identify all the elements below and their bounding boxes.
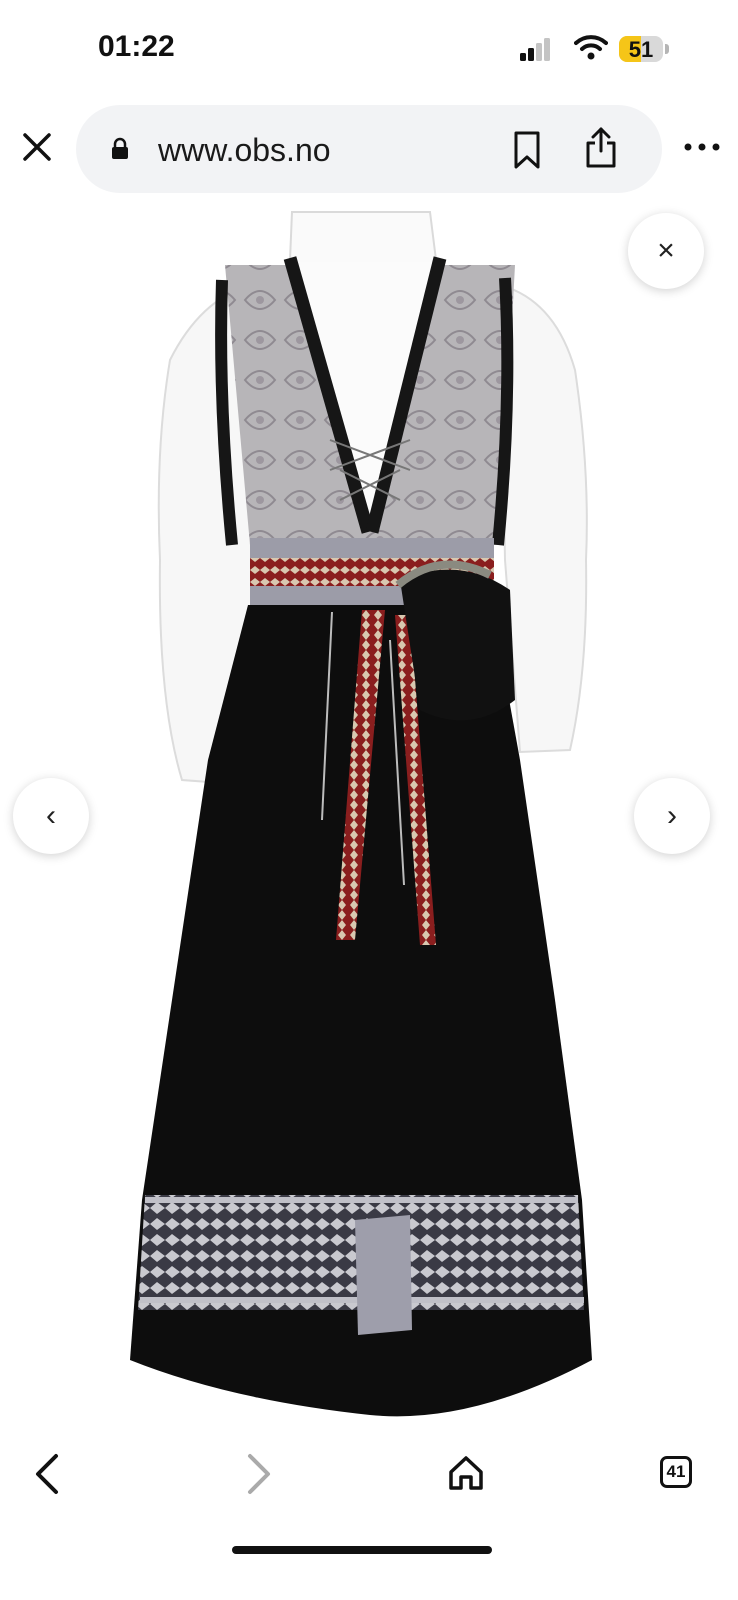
home-indicator [232, 1546, 492, 1554]
product-image [0, 200, 738, 1440]
clock: 01:22 [98, 30, 175, 63]
url-text: www.obs.no [158, 132, 331, 168]
battery-icon: 51 [619, 36, 663, 62]
cellular-signal-icon [520, 38, 550, 61]
forward-button[interactable] [240, 1452, 276, 1496]
more-icon[interactable] [682, 132, 722, 162]
chevron-right-icon: › [667, 799, 677, 832]
bookmark-icon[interactable] [512, 130, 542, 170]
battery-cap [665, 44, 669, 54]
home-button[interactable] [447, 1454, 485, 1492]
tabs-button[interactable]: 41 [660, 1456, 692, 1488]
previous-image-button[interactable]: ‹ [13, 778, 89, 854]
status-bar: 01:22 51 [0, 0, 738, 100]
back-button[interactable] [30, 1452, 66, 1496]
close-icon: × [657, 234, 675, 267]
battery-percentage: 51 [628, 37, 654, 62]
browser-toolbar [0, 1440, 738, 1600]
close-icon[interactable] [20, 130, 54, 164]
share-icon[interactable] [584, 125, 618, 169]
bunad-dress-photo [130, 211, 592, 1417]
next-image-button[interactable]: › [634, 778, 710, 854]
address-bar[interactable]: www.obs.no [76, 105, 662, 193]
lock-icon [112, 137, 128, 159]
close-gallery-button[interactable]: × [628, 213, 704, 289]
chevron-left-icon: ‹ [46, 799, 56, 832]
wifi-icon [574, 35, 608, 60]
